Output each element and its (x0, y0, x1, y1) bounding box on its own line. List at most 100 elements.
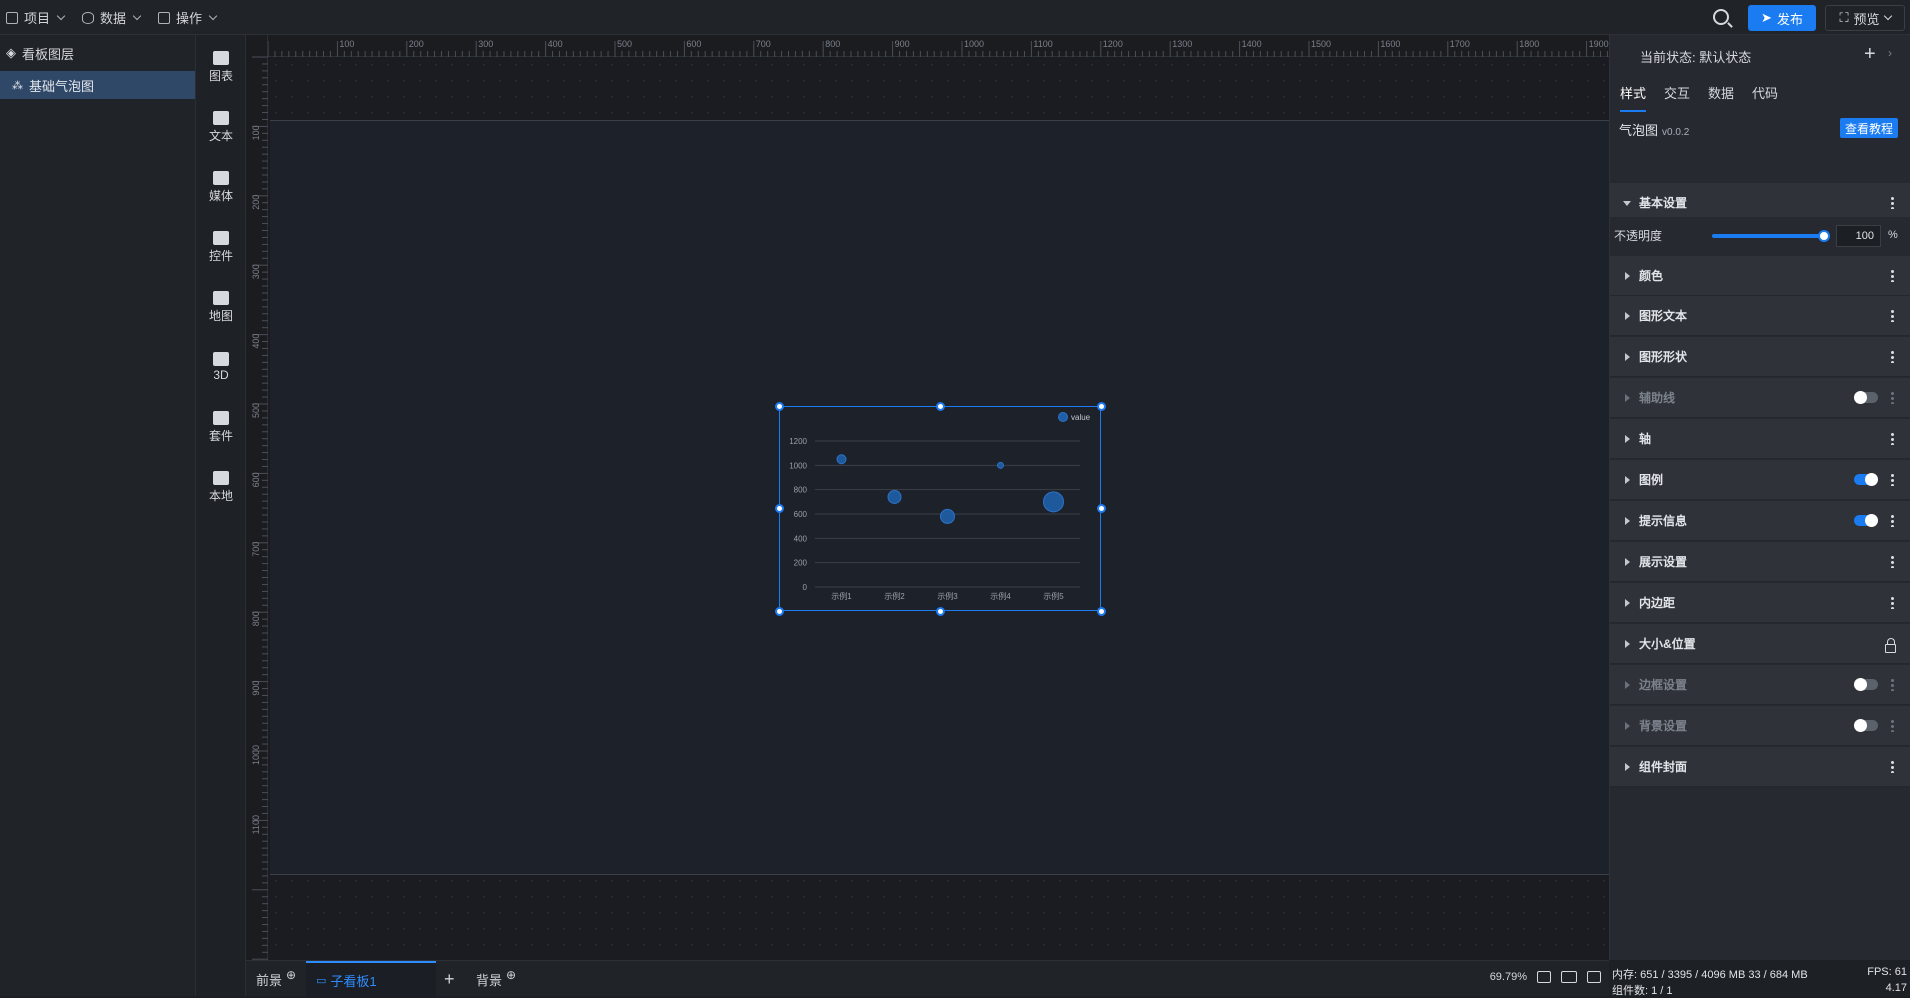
current-state[interactable]: 当前状态: 默认状态 (1640, 47, 1751, 66)
search-icon[interactable] (1713, 9, 1729, 25)
terminal-icon[interactable] (1587, 971, 1601, 983)
tool-chart[interactable]: 图表 (196, 42, 246, 92)
tool-3d[interactable]: 3D (196, 342, 246, 392)
chevron-down-icon (56, 11, 66, 20)
more-icon[interactable] (1891, 350, 1894, 363)
bubble-point (887, 489, 902, 504)
menu-project[interactable]: 项目 (6, 0, 66, 35)
section-4[interactable]: 图形形状 (1610, 337, 1910, 377)
section-12[interactable]: 边框设置 (1610, 665, 1910, 705)
section-2[interactable]: 颜色 (1610, 256, 1910, 296)
tab-interaction[interactable]: 交互 (1664, 83, 1690, 112)
add-state-icon[interactable]: + (1864, 44, 1876, 64)
caret-right-icon (1625, 475, 1630, 484)
add-board-button[interactable]: + (444, 961, 455, 997)
tutorial-button[interactable]: 查看教程 (1840, 118, 1898, 138)
section-7[interactable]: 图例 (1610, 460, 1910, 500)
section-8[interactable]: 提示信息 (1610, 501, 1910, 541)
resize-handle-b[interactable] (936, 607, 945, 616)
board-icon: ▭ (316, 974, 327, 987)
ruler-top: 100 200 300 400 500 600 700 800 900 1000 1100 1200 1… (246, 35, 1629, 57)
menu-operation[interactable]: 操作 (158, 0, 218, 35)
more-icon[interactable] (1891, 391, 1894, 404)
more-icon[interactable] (1891, 196, 1894, 209)
tool-widget[interactable]: 控件 (196, 222, 246, 272)
layers-panel: ◈ 看板图层 ⁂ 基础气泡图 (0, 35, 196, 996)
tab-data[interactable]: 数据 (1708, 83, 1734, 112)
tab-code[interactable]: 代码 (1752, 83, 1778, 112)
resize-handle-l[interactable] (775, 504, 784, 513)
more-icon[interactable] (1891, 596, 1894, 609)
ruler-label: 1100 (251, 815, 261, 834)
more-icon[interactable] (1891, 514, 1894, 527)
more-icon[interactable] (1891, 555, 1894, 568)
tool-local[interactable]: 本地 (196, 462, 246, 512)
more-icon[interactable] (1891, 678, 1894, 691)
bubble-chart-component[interactable]: 0 200 400 600 800 1000 1200 示例1 示例2 示例3 示例4 示例5 valu… (779, 406, 1101, 611)
ruler-label: 700 (251, 542, 261, 557)
section-13[interactable]: 背景设置 (1610, 706, 1910, 746)
publish-button[interactable]: ➤ 发布 (1748, 5, 1816, 31)
ruler-label: 600 (686, 39, 701, 49)
tool-media[interactable]: 媒体 (196, 162, 246, 212)
resize-handle-t[interactable] (936, 402, 945, 411)
fit-screen-icon[interactable] (1537, 971, 1551, 983)
section-6[interactable]: 轴 (1610, 419, 1910, 459)
section-label: 展示设置 (1639, 555, 1688, 569)
tool-text[interactable]: 文本 (196, 102, 246, 152)
resize-handle-tr[interactable] (1097, 402, 1106, 411)
more-icon[interactable] (1891, 432, 1894, 445)
preview-button[interactable]: ⛶ 预览 (1825, 5, 1905, 31)
ruler-label: 500 (251, 403, 261, 418)
tool-kit[interactable]: 套件 (196, 402, 246, 452)
add-circle-icon[interactable]: ⊕ (286, 968, 296, 982)
more-icon[interactable] (1891, 269, 1894, 282)
section-10[interactable]: 内边距 (1610, 583, 1910, 623)
ruler-label: 900 (895, 39, 910, 49)
resize-handle-tl[interactable] (775, 402, 784, 411)
tool-map[interactable]: 地图 (196, 282, 246, 332)
tab-style[interactable]: 样式 (1620, 83, 1647, 112)
tab-background[interactable]: 背景 ⊕ (476, 961, 516, 997)
more-icon[interactable] (1891, 309, 1894, 322)
opacity-slider-thumb[interactable] (1818, 230, 1830, 242)
ruler-label: 1500 (1311, 39, 1331, 49)
ruler-label: 1700 (1450, 39, 1470, 49)
more-icon[interactable] (1891, 473, 1894, 486)
chevron-down-icon[interactable] (1883, 11, 1892, 21)
lock-icon[interactable] (1885, 638, 1896, 653)
top-bar: 项目 数据 操作 ➤ 发布 ⛶ 预览 (0, 0, 1910, 35)
layer-item[interactable]: ⁂ 基础气泡图 (0, 71, 195, 99)
opacity-input[interactable]: 100 (1836, 225, 1881, 247)
section-toggle[interactable] (1854, 678, 1878, 691)
fps-status: FPS: 61 (1867, 966, 1907, 978)
section-5[interactable]: 辅助线 (1610, 378, 1910, 418)
menu-data[interactable]: 数据 (82, 0, 142, 35)
section-toggle[interactable] (1854, 514, 1878, 527)
bubble-chart: 0 200 400 600 800 1000 1200 示例1 示例2 示例3 示例4 示例5 valu… (789, 412, 1091, 601)
keyboard-icon[interactable] (1561, 971, 1577, 983)
resize-handle-bl[interactable] (775, 607, 784, 616)
status-bar: 内存: 651 / 3395 / 4096 MB 33 / 684 MB FPS… (1609, 960, 1910, 997)
zoom-level[interactable]: 69.79% (1490, 971, 1527, 983)
section-14[interactable]: 组件封面 (1610, 747, 1910, 787)
section-9[interactable]: 展示设置 (1610, 542, 1910, 582)
chevron-right-icon[interactable]: › (1888, 46, 1892, 60)
resize-handle-r[interactable] (1097, 504, 1106, 513)
add-circle-icon[interactable]: ⊕ (506, 968, 516, 982)
tab-foreground[interactable]: 前景 ⊕ (256, 961, 296, 997)
y-tick-label: 0 (803, 583, 808, 592)
database-icon (82, 11, 94, 24)
ruler-label: 400 (251, 334, 261, 349)
section-3[interactable]: 图形文本 (1610, 296, 1910, 336)
section-11[interactable]: 大小&位置 (1610, 624, 1910, 664)
more-icon[interactable] (1891, 719, 1894, 732)
section-toggle[interactable] (1854, 391, 1878, 404)
section-toggle[interactable] (1854, 473, 1878, 486)
map-icon (213, 290, 229, 305)
resize-handle-br[interactable] (1097, 607, 1106, 616)
tab-sub-board[interactable]: ▭ 子看板1 (306, 961, 436, 997)
more-icon[interactable] (1891, 760, 1894, 773)
section-toggle[interactable] (1854, 719, 1878, 732)
opacity-slider-track[interactable] (1712, 234, 1824, 238)
